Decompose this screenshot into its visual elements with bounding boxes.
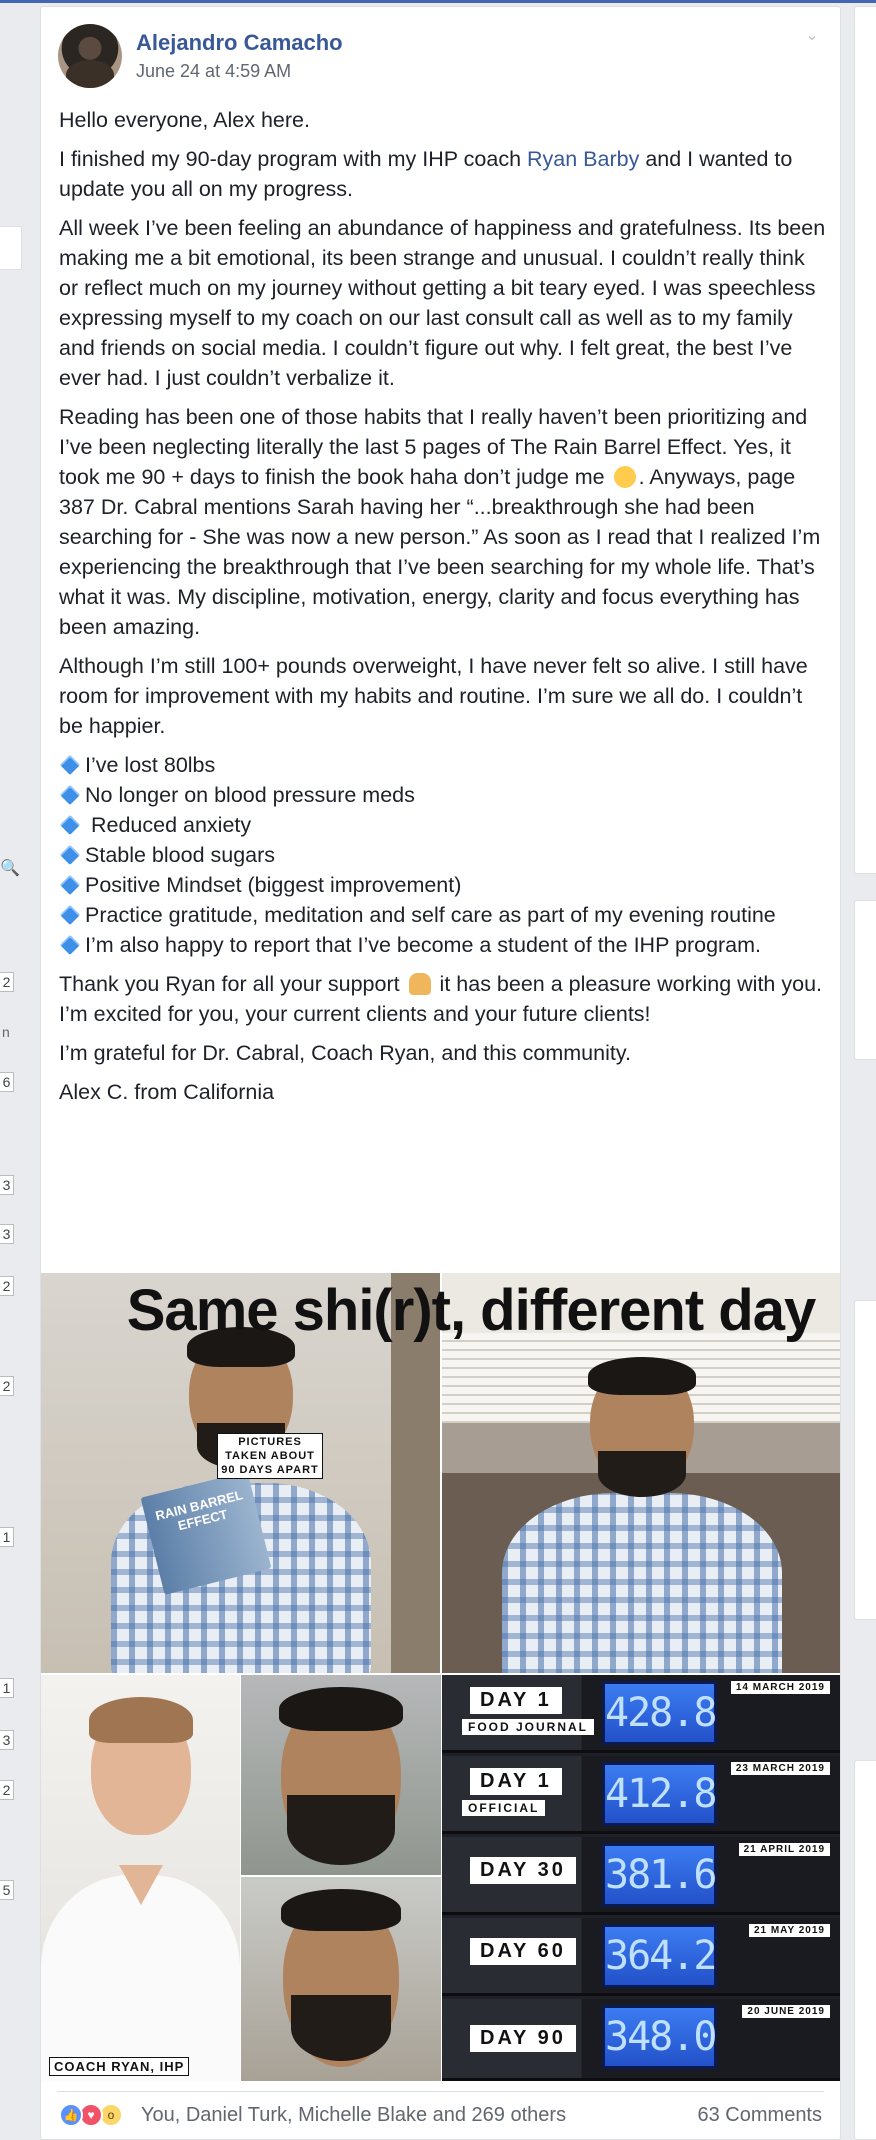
post-text: . Anyways, page 387 Dr. Cabral mentions … — [59, 465, 821, 639]
post-text: Thank you Ryan for all your support — [59, 972, 400, 996]
post-paragraph: Alex C. from California — [59, 1080, 275, 1104]
right-column-card — [854, 6, 876, 874]
scale-reading: 364.2 — [602, 1924, 717, 1988]
gutter-count: 6 — [0, 1072, 14, 1092]
right-column-card — [854, 900, 876, 1060]
day-sublabel: OFFICIAL — [462, 1800, 546, 1816]
blue-diamond-icon — [60, 935, 80, 955]
right-gutter — [840, 0, 876, 2140]
scale-row: DAY 60 364.2 21 MAY 2019 — [442, 1918, 840, 1996]
gutter-letter: n — [2, 1024, 10, 1040]
scale-reading: 348.0 — [602, 2005, 717, 2069]
gutter-count: 2 — [0, 1376, 14, 1396]
blue-diamond-icon — [60, 845, 80, 865]
post-paragraph: All week I’ve been feeling an abundance … — [59, 216, 826, 390]
photo-face-before[interactable] — [241, 1675, 441, 1875]
post-paragraph: I finished my 90-day program with my IHP… — [59, 144, 829, 204]
date-label: 21 APRIL 2019 — [738, 1843, 830, 1856]
list-item: Reduced anxiety — [59, 810, 829, 840]
date-label: 23 MARCH 2019 — [730, 1762, 830, 1775]
pictures-label: PICTURES TAKEN ABOUT 90 DAYS APART — [217, 1433, 323, 1479]
list-item: I’ve lost 80lbs — [59, 750, 829, 780]
day-label: DAY 1 — [470, 1768, 562, 1795]
post-footer: 👍 ♥ o You, Daniel Turk, Michelle Blake a… — [41, 2091, 840, 2139]
drooling-face-emoji — [613, 466, 636, 488]
scale-reading: 412.8 — [602, 1762, 717, 1826]
post-paragraph: Thank you Ryan for all your support it h… — [59, 969, 829, 1029]
day-label: DAY 30 — [470, 1857, 576, 1884]
post-paragraph: I’m grateful for Dr. Cabral, Coach Ryan,… — [59, 1041, 631, 1065]
post-header: Alejandro Camacho June 24 at 4:59 AM ⌄ — [41, 7, 840, 93]
list-item: Stable blood sugars — [59, 840, 829, 870]
day-label: DAY 1 — [470, 1687, 562, 1714]
bullet-list: I’ve lost 80lbs No longer on blood press… — [59, 750, 829, 960]
scale-row: DAY 90 348.0 20 JUNE 2019 — [442, 1999, 840, 2081]
gutter-count: 3 — [0, 1224, 14, 1244]
blue-diamond-icon — [60, 875, 80, 895]
day-label: DAY 60 — [470, 1938, 576, 1965]
right-column-card — [854, 1760, 876, 2140]
top-accent-bar — [0, 0, 876, 3]
blue-diamond-icon — [60, 785, 80, 805]
gutter-count: 2 — [0, 1780, 14, 1800]
photo-grid: Same shi(r)t, different day RAIN BARREL … — [41, 1273, 840, 2081]
folded-hands-emoji — [408, 973, 431, 995]
like-reaction-icon: 👍 — [59, 2103, 83, 2127]
left-column-card — [0, 226, 22, 270]
scale-row: DAY 30 381.6 21 APRIL 2019 — [442, 1837, 840, 1915]
chevron-down-icon[interactable]: ⌄ — [802, 25, 822, 45]
scale-reading: 428.8 — [602, 1681, 717, 1745]
right-column-card — [854, 1300, 876, 1620]
list-item: No longer on blood pressure meds — [59, 780, 829, 810]
comments-count[interactable]: 63 Comments — [698, 2104, 823, 2127]
post-paragraph: Although I’m still 100+ pounds overweigh… — [59, 654, 808, 738]
photo-scale-readings[interactable]: DAY 1 FOOD JOURNAL 428.8 14 MARCH 2019 D… — [442, 1675, 840, 2081]
scale-reading: 381.6 — [602, 1843, 717, 1907]
coach-label: COACH RYAN, IHP — [49, 2057, 190, 2076]
gutter-count: 2 — [0, 972, 14, 992]
blue-diamond-icon — [60, 905, 80, 925]
gutter-count: 2 — [0, 1276, 14, 1296]
gutter-count: 5 — [0, 1880, 14, 1900]
date-label: 21 MAY 2019 — [748, 1924, 830, 1937]
blue-diamond-icon — [60, 755, 80, 775]
divider — [57, 2091, 824, 2092]
scale-row: DAY 1 OFFICIAL 412.8 23 MARCH 2019 — [442, 1756, 840, 1834]
feed-post: Alejandro Camacho June 24 at 4:59 AM ⌄ H… — [40, 6, 841, 2140]
photo-caption: Same shi(r)t, different day — [126, 1278, 816, 1343]
list-item: I’m also happy to report that I’ve becom… — [59, 930, 829, 960]
author-avatar[interactable] — [58, 24, 122, 88]
post-paragraph: Reading has been one of those habits tha… — [59, 402, 829, 642]
list-item: Practice gratitude, meditation and self … — [59, 900, 829, 930]
post-paragraph: Hello everyone, Alex here. — [59, 108, 310, 132]
gutter-count: 1 — [0, 1527, 14, 1547]
reactions-summary[interactable]: You, Daniel Turk, Michelle Blake and 269… — [141, 2104, 566, 2127]
gutter-count: 1 — [0, 1678, 14, 1698]
blue-diamond-icon — [60, 815, 80, 835]
post-timestamp[interactable]: June 24 at 4:59 AM — [136, 61, 291, 82]
date-label: 20 JUNE 2019 — [742, 2005, 830, 2018]
post-body: Hello everyone, Alex here. I finished my… — [59, 105, 829, 1116]
photo-face-after[interactable] — [241, 1877, 441, 2081]
mention-link[interactable]: Ryan Barby — [527, 147, 639, 171]
photo-coach[interactable]: COACH RYAN, IHP — [41, 1675, 240, 2081]
gutter-count: 3 — [0, 1175, 14, 1195]
day-label: DAY 90 — [470, 2025, 576, 2052]
search-icon[interactable]: 🔍 — [0, 858, 20, 878]
post-text: I finished my 90-day program with my IHP… — [59, 147, 528, 171]
author-name[interactable]: Alejandro Camacho — [136, 30, 343, 56]
left-gutter: 🔍 2 n 6 3 3 2 2 1 1 3 2 5 — [0, 0, 30, 2140]
day-sublabel: FOOD JOURNAL — [462, 1719, 594, 1735]
list-item: Positive Mindset (biggest improvement) — [59, 870, 829, 900]
reaction-icons[interactable]: 👍 ♥ o — [59, 2103, 129, 2127]
scale-row: DAY 1 FOOD JOURNAL 428.8 14 MARCH 2019 — [442, 1675, 840, 1753]
gutter-count: 3 — [0, 1730, 14, 1750]
date-label: 14 MARCH 2019 — [730, 1681, 830, 1694]
